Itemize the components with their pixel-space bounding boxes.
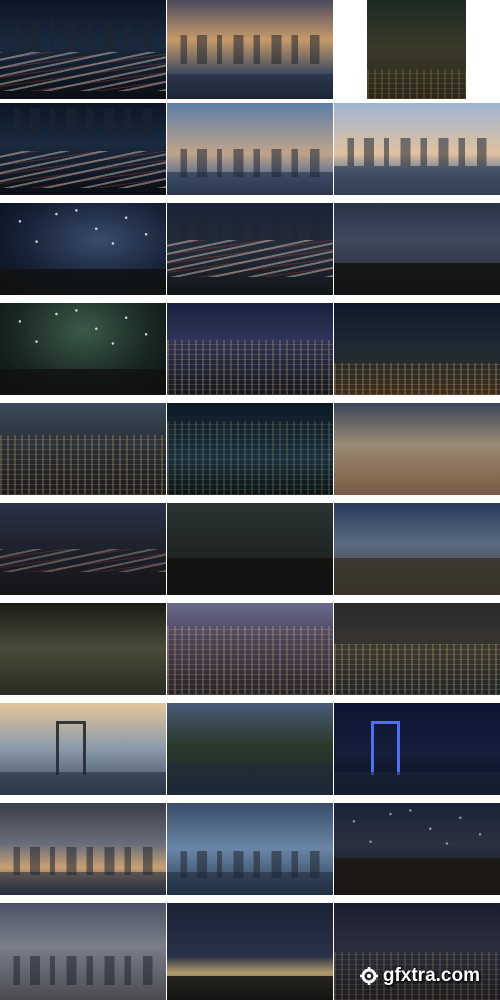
water xyxy=(167,872,333,895)
thumbnail-yosemite-valley[interactable] xyxy=(334,503,500,595)
lava-streaks xyxy=(0,549,166,572)
street-lights xyxy=(334,644,500,695)
thumbnail-sunset-skyline[interactable] xyxy=(167,0,333,99)
water xyxy=(0,772,166,795)
thumbnail-city-street-night[interactable] xyxy=(334,303,500,395)
water xyxy=(167,172,333,195)
thumbnail-highway-interchange[interactable] xyxy=(167,203,333,295)
valley-cliffs xyxy=(334,558,500,595)
thumbnail-sea-arch[interactable] xyxy=(0,603,166,695)
ground xyxy=(334,858,500,895)
thumbnail-bristlecone-storm[interactable] xyxy=(334,203,500,295)
tower-lights xyxy=(167,421,333,495)
thumbnail-towers-reflection[interactable] xyxy=(167,403,333,495)
thumbnail-city-intersection[interactable] xyxy=(334,603,500,695)
water xyxy=(0,872,166,895)
skyline-silhouette xyxy=(0,956,166,986)
skyline-silhouette xyxy=(167,212,333,240)
skyline-silhouette xyxy=(334,137,500,166)
bridge-tower xyxy=(370,721,400,775)
thumbnail-skyline-haze[interactable] xyxy=(0,903,166,1000)
water xyxy=(167,74,333,99)
city-lights xyxy=(0,435,166,495)
thumbnail-skyline-over-water[interactable] xyxy=(334,103,500,195)
thumbnail-manhattan-dusk[interactable] xyxy=(167,103,333,195)
ground xyxy=(334,262,500,295)
light-trails xyxy=(0,51,166,92)
photo-gallery-grid xyxy=(0,0,500,1000)
thumbnail-bridge-sunset[interactable] xyxy=(0,703,166,795)
water xyxy=(334,165,500,195)
thumbnail-horizon-glow[interactable] xyxy=(167,903,333,1000)
thumbnail-city-traffic-night[interactable] xyxy=(0,0,166,99)
thumbnail-canyon-landscape[interactable] xyxy=(334,403,500,495)
watermark: gfxtra.com xyxy=(353,963,486,989)
city-lights xyxy=(167,339,333,395)
gear-icon xyxy=(359,967,378,985)
skyline-silhouette xyxy=(0,847,166,875)
watermark-text: gfxtra.com xyxy=(382,965,480,986)
thumbnail-storm-skyline[interactable] xyxy=(0,803,166,895)
thumbnail-night-alley[interactable] xyxy=(367,0,466,99)
water xyxy=(334,772,500,795)
light-trails xyxy=(0,150,166,188)
tree-silhouettes xyxy=(0,269,166,295)
lake-reflection xyxy=(167,762,333,795)
skyline-silhouette xyxy=(0,107,166,136)
thumbnail-highway-traffic-night[interactable] xyxy=(0,103,166,195)
thumbnail-bridge-night[interactable] xyxy=(334,703,500,795)
thumbnail-milky-way-trees[interactable] xyxy=(0,203,166,295)
street-lights xyxy=(334,362,500,395)
ground xyxy=(167,975,333,1000)
thumbnail-lower-manhattan-night[interactable] xyxy=(0,403,166,495)
city-lights xyxy=(167,626,333,695)
thumbnail-joshua-trees-night[interactable] xyxy=(334,803,500,895)
thumbnail-lava-flow[interactable] xyxy=(0,503,166,595)
thumbnail-milky-way-bristlecone[interactable] xyxy=(0,303,166,395)
light-trails xyxy=(167,239,333,277)
ground xyxy=(0,369,166,395)
thumbnail-mountain-lake[interactable] xyxy=(167,703,333,795)
bridge-tower xyxy=(56,721,86,775)
thumbnail-dark-landscape[interactable] xyxy=(167,503,333,595)
thumbnail-manhattan-aerial-dusk[interactable] xyxy=(167,603,333,695)
skyline-silhouette xyxy=(167,34,333,65)
street-lights xyxy=(367,69,466,99)
thumbnail-empire-state-night[interactable] xyxy=(167,303,333,395)
skyline-silhouette xyxy=(0,19,166,50)
thumbnail-wtc-skyline-dusk[interactable] xyxy=(167,803,333,895)
ground xyxy=(167,558,333,595)
